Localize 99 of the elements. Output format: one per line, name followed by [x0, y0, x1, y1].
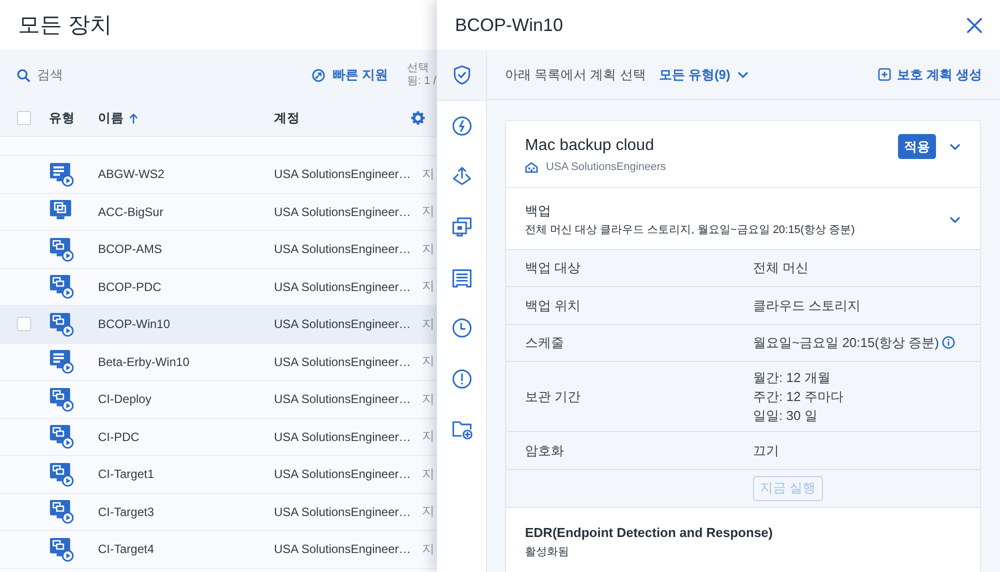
- search-icon: [17, 68, 30, 82]
- table-cell-text: 지: [422, 203, 436, 220]
- account-name: USA SolutionsEngineer…: [274, 241, 412, 258]
- device-name: BCOP-PDC: [98, 278, 162, 296]
- account-name: USA SolutionsEngineer…: [274, 428, 412, 446]
- detail-label: 백업 위치: [525, 296, 582, 314]
- upload-icon: [450, 165, 472, 188]
- account-name: USA SolutionsEngineer…: [274, 354, 412, 371]
- table-cell-text: 지: [422, 466, 436, 483]
- plus-square-icon: [878, 68, 891, 81]
- device-name: BCOP-AMS: [98, 241, 164, 258]
- detail-value: 일일: 30 일: [753, 407, 818, 425]
- virtual-machine-icon: [49, 499, 74, 524]
- side-tab[interactable]: [437, 50, 486, 101]
- selection-count: 선택 됨: 1 /: [407, 62, 437, 88]
- apply-button[interactable]: 적용: [898, 134, 936, 159]
- table-cell-text: 지: [422, 166, 436, 183]
- detail-value: 월요일~금요일 20:15(항상 증분): [753, 334, 940, 352]
- table-row[interactable]: CI-Target3 USA SolutionsEngineer… 지: [0, 494, 437, 531]
- server-monitor-icon: [49, 349, 74, 374]
- row-checkbox[interactable]: [17, 317, 31, 332]
- plan-prompt: 아래 목록에서 계획 선택: [505, 66, 646, 84]
- account-name: USA SolutionsEngineer…: [274, 278, 412, 296]
- device-name: CI-Target4: [98, 541, 156, 558]
- close-button[interactable]: [967, 18, 982, 32]
- detail-value: 끄기: [753, 442, 779, 460]
- table-cell-text: 지: [422, 240, 436, 258]
- account-name: USA SolutionsEngineer…: [274, 316, 412, 334]
- virtual-machine-icon: [49, 274, 74, 300]
- table-cell-text: 지: [422, 278, 436, 296]
- table-row[interactable]: Beta-Erby-Win10 USA SolutionsEngineer… 지: [0, 344, 437, 381]
- info-icon[interactable]: [942, 336, 955, 350]
- table-row[interactable]: ACC-BigSur USA SolutionsEngineer… 지: [0, 194, 437, 231]
- column-header[interactable]: 이름: [98, 108, 274, 128]
- account-name: USA SolutionsEngineer…: [274, 391, 412, 408]
- section-title: 백업: [525, 202, 552, 220]
- device-name: CI-Target1: [98, 466, 156, 484]
- search-field[interactable]: 검색: [37, 65, 187, 85]
- device-name: ACC-BigSur: [98, 204, 164, 221]
- account-name: USA SolutionsEngineer…: [274, 204, 412, 221]
- column-header[interactable]: 유형: [49, 108, 98, 128]
- server-monitor-icon: [49, 162, 74, 187]
- detail-label: 스케줄: [525, 334, 565, 352]
- create-plan-button[interactable]: 보호 계획 생성: [878, 64, 982, 84]
- detail-value: 전체 머신: [753, 259, 809, 278]
- detail-value: 주간: 12 주마다: [753, 388, 844, 406]
- table-cell-text: 지: [422, 540, 436, 558]
- device-name: Beta-Erby-Win10: [98, 354, 190, 371]
- table-cell-text: 지: [422, 353, 436, 370]
- type-filter-dropdown[interactable]: 모든 유형(9): [658, 64, 748, 84]
- document-icon: [450, 266, 472, 289]
- quick-assist-button[interactable]: 빠른 지원: [312, 65, 388, 85]
- account-name: USA SolutionsEngineer…: [274, 466, 412, 484]
- device-name: CI-Deploy: [98, 391, 152, 408]
- plan-name: Mac backup cloud: [525, 136, 655, 156]
- owner-name: USA SolutionsEngineers: [546, 160, 666, 175]
- arrow-circle-icon: [312, 68, 326, 82]
- device-name: ABGW-WS2: [98, 166, 166, 184]
- alert-icon: [450, 368, 472, 390]
- device-name: CI-Target3: [98, 504, 156, 521]
- virtual-machine-icon: [49, 312, 74, 337]
- detail-value: 클라우드 스토리지: [753, 296, 861, 315]
- detail-label: 보관 기간: [525, 388, 582, 406]
- close-icon: [967, 18, 982, 32]
- section-summary: 전체 머신 대상 클라우드 스토리지, 월요일~금요일 20:15(항상 증분): [525, 222, 855, 238]
- clock-icon: [450, 317, 472, 340]
- column-header[interactable]: 계정: [274, 108, 411, 128]
- table-cell-text: 지: [422, 503, 436, 520]
- detail-value: 월간: 12 개월: [753, 369, 832, 387]
- table-cell-text: 지: [422, 390, 436, 408]
- account-name: USA SolutionsEngineer…: [274, 541, 412, 558]
- table-cell-text: 지: [422, 316, 436, 333]
- chevron-icon[interactable]: [950, 216, 960, 222]
- section-summary: 활성화됨: [525, 544, 570, 560]
- detail-label: 백업 대상: [525, 259, 582, 277]
- virtual-machine-icon: [49, 386, 74, 412]
- settings-icon[interactable]: [411, 111, 425, 125]
- device-name: CI-PDC: [98, 428, 140, 446]
- table-cell-text: 지: [422, 428, 436, 446]
- detail-label: 암호화: [525, 442, 565, 460]
- section-title: EDR(Endpoint Detection and Response): [525, 524, 774, 542]
- table-row[interactable]: BCOP-Win10 USA SolutionsEngineer… 지: [0, 306, 437, 344]
- table-row[interactable]: BCOP-PDC USA SolutionsEngineer… 지: [0, 268, 437, 306]
- stacked-windows-icon: [450, 216, 472, 238]
- virtual-machine-icon: [49, 536, 74, 562]
- account-name: USA SolutionsEngineer…: [274, 166, 412, 184]
- virtual-machine-icon: [49, 462, 74, 487]
- virtual-machine-icon: [49, 236, 74, 262]
- select-all-checkbox[interactable]: [17, 111, 31, 125]
- house-icon: [525, 162, 538, 173]
- table-row[interactable]: CI-PDC USA SolutionsEngineer… 지: [0, 418, 437, 456]
- chevron-icon[interactable]: [950, 144, 960, 150]
- chevron-icon: [738, 72, 748, 78]
- page-title: 모든 장치: [18, 12, 112, 38]
- lightning-icon: [450, 114, 472, 137]
- device-name: BCOP-Win10: [98, 316, 172, 334]
- panel-title: BCOP-Win10: [455, 14, 564, 36]
- account-name: USA SolutionsEngineer…: [274, 504, 412, 521]
- virtual-machine-icon: [49, 424, 74, 450]
